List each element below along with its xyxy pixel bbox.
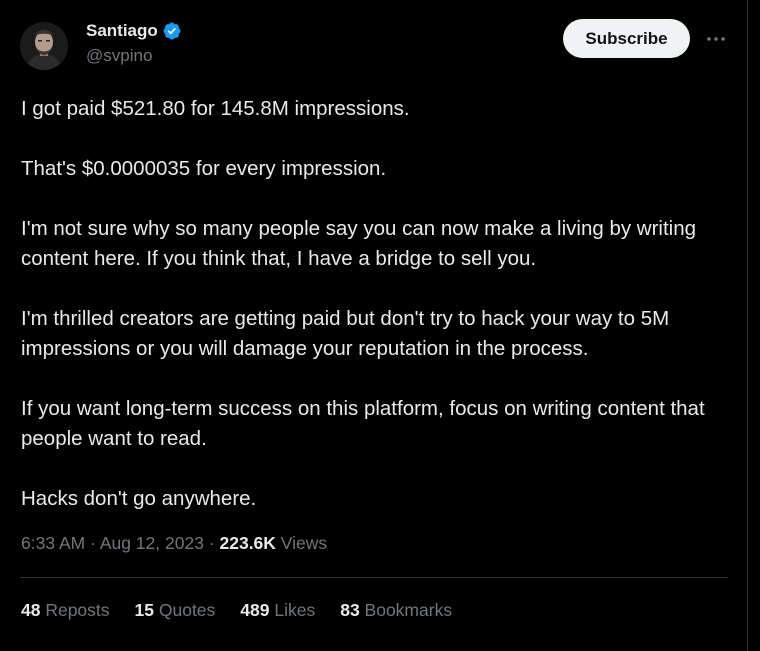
- author-name-row: Santiago: [86, 21, 182, 41]
- subscribe-button[interactable]: Subscribe: [563, 19, 690, 58]
- author-name[interactable]: Santiago: [86, 21, 158, 41]
- tweet-paragraph: I got paid $521.80 for 145.8M impression…: [21, 97, 410, 120]
- views-label: Views: [275, 533, 328, 553]
- likes-label: Likes: [269, 600, 316, 620]
- author-handle[interactable]: @svpino: [86, 46, 152, 66]
- tweet-metadata: 6:33 AM · Aug 12, 2023 · 223.6K Views: [21, 533, 327, 554]
- tweet-paragraph: I'm thrilled creators are getting paid b…: [21, 307, 670, 360]
- ellipsis-icon: [707, 37, 725, 41]
- avatar-image: [20, 22, 68, 70]
- avatar[interactable]: [20, 22, 68, 70]
- reposts-count: 48: [21, 600, 41, 620]
- tweet-paragraph: That's $0.0000035 for every impression.: [21, 157, 387, 180]
- reposts-label: Reposts: [40, 600, 110, 620]
- likes-count: 489: [240, 600, 270, 620]
- divider: [20, 577, 728, 578]
- tweet-paragraph: I'm not sure why so many people say you …: [21, 217, 697, 270]
- quotes-count: 15: [134, 600, 154, 620]
- engagement-stats: 48 Reposts 15 Quotes 489 Likes 83 Bookma…: [21, 600, 477, 621]
- more-options-button[interactable]: [700, 26, 732, 52]
- meta-separator: ·: [203, 533, 220, 553]
- bookmarks-stat[interactable]: 83 Bookmarks: [340, 600, 452, 621]
- tweet-time[interactable]: 6:33 AM: [21, 533, 85, 553]
- verified-badge-icon[interactable]: [162, 21, 182, 41]
- likes-stat[interactable]: 489 Likes: [240, 600, 315, 621]
- meta-separator: ·: [85, 533, 100, 553]
- quotes-stat[interactable]: 15 Quotes: [135, 600, 216, 621]
- quotes-label: Quotes: [154, 600, 216, 620]
- tweet-paragraph: Hacks don't go anywhere.: [21, 487, 257, 510]
- views-count: 223.6K: [219, 533, 276, 553]
- bookmarks-label: Bookmarks: [359, 600, 453, 620]
- tweet-detail: Santiago @svpino Subscribe I got paid $5…: [0, 0, 747, 651]
- tweet-paragraph: If you want long-term success on this pl…: [21, 397, 705, 450]
- reposts-stat[interactable]: 48 Reposts: [21, 600, 110, 621]
- tweet-text: I got paid $521.80 for 145.8M impression…: [21, 94, 727, 514]
- bookmarks-count: 83: [340, 600, 360, 620]
- column-border: [747, 0, 748, 651]
- tweet-date[interactable]: Aug 12, 2023: [100, 533, 204, 553]
